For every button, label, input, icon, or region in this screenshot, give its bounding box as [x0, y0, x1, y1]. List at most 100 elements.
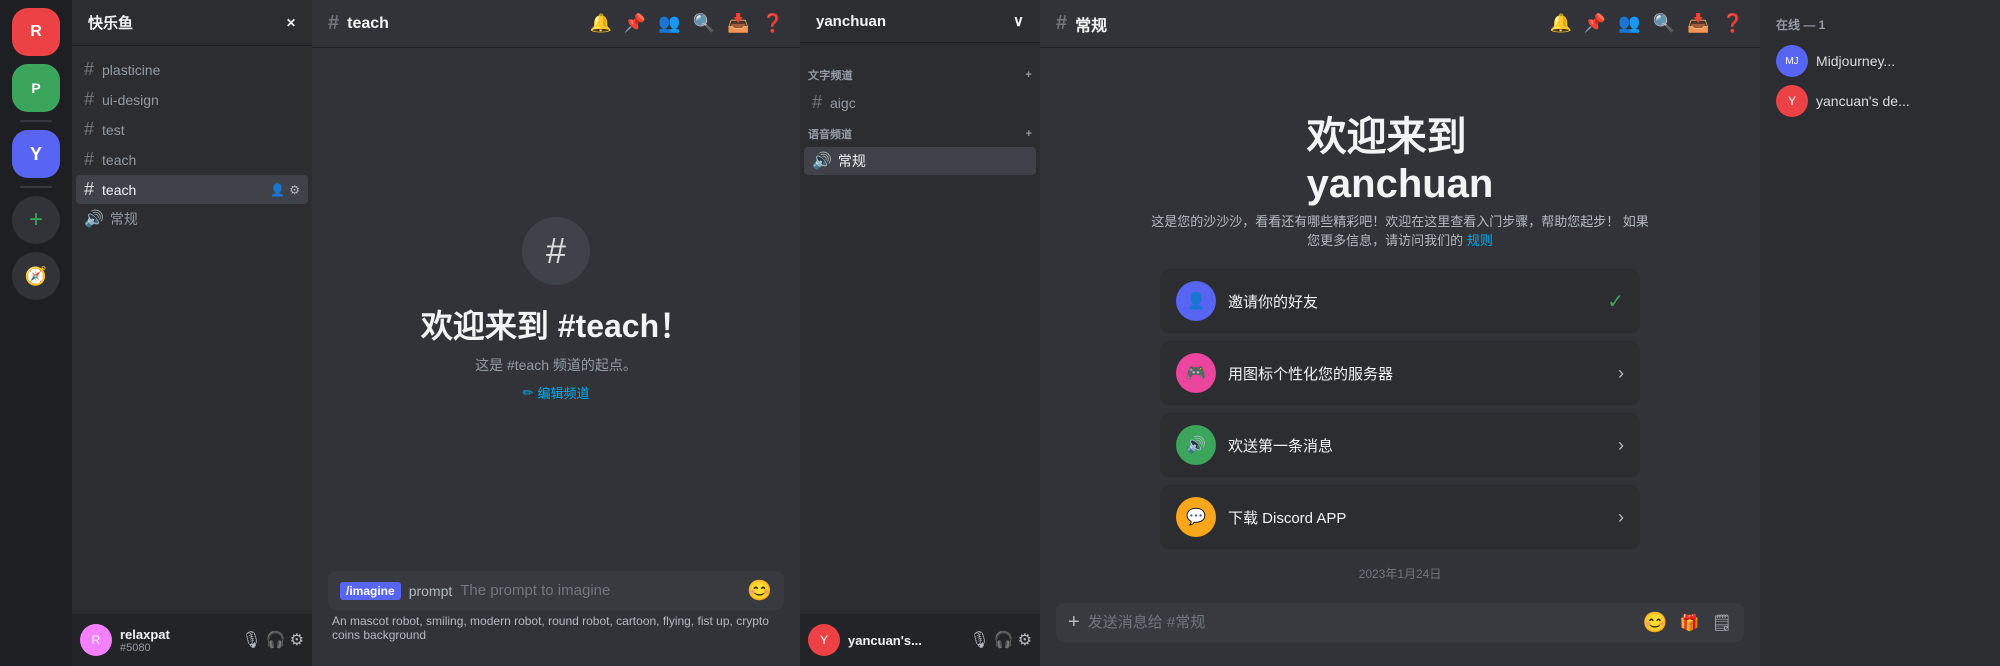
right-input-container: + 😊 🎁 🗒 [1056, 603, 1744, 642]
help-icon[interactable]: ❓ [762, 13, 784, 34]
voice-category: 语音频道 + [800, 118, 1040, 146]
members-icon[interactable]: 👥 [658, 13, 680, 34]
welcome-card-friends[interactable]: 👤 邀请你的好友 ✓ [1160, 269, 1640, 333]
channel-item-ui-design[interactable]: # ui-design [76, 85, 308, 114]
member-avatar-mj: MJ [1776, 45, 1808, 77]
member-item-yancuan[interactable]: Y yancuan's de... [1768, 81, 1992, 121]
right-pin-icon[interactable]: 📌 [1584, 13, 1606, 34]
channel-item-teach-top[interactable]: # teach [76, 145, 308, 174]
user-area: R relaxpat #5080 🎙 🎧 ⚙ [72, 614, 312, 666]
welcome-card-channel[interactable]: 🔊 欢送第一条消息 › [1160, 413, 1640, 477]
right-emoji-button[interactable]: 😊 [1643, 610, 1668, 635]
chat-messages-area: # 欢迎来到 #teach！ 这是 #teach 频道的起点。 ✏ 编辑频道 [312, 48, 800, 571]
friends-card-text: 邀请你的好友 [1228, 291, 1595, 312]
member-name-y: yancuan's de... [1816, 93, 1910, 109]
channel-item-plasticine[interactable]: # plasticine [76, 55, 308, 84]
gift-icon[interactable]: 🎁 [1680, 613, 1700, 633]
welcome-card-services[interactable]: 🎮 用图标个性化您的服务器 › [1160, 341, 1640, 405]
members-count: 在线 — 1 [1768, 16, 1992, 33]
services-card-icon: 🎮 [1176, 353, 1216, 393]
chat-header-hash-icon: # [328, 12, 339, 35]
rules-link[interactable]: 规则 [1467, 233, 1493, 248]
member-item-midjourney[interactable]: MJ Midjourney... [1768, 41, 1992, 81]
pin-icon[interactable]: 📌 [624, 13, 646, 34]
channel-card-icon: 🔊 [1176, 425, 1216, 465]
chat-input-container: /imagine prompt 😊 [328, 571, 784, 610]
right-channel-sidebar: yanchuan ∨ 文字频道 + # aigc 语音频道 + 🔊 常规 [800, 0, 1040, 666]
explore-servers[interactable]: 🧭 [12, 252, 60, 300]
add-channel-icon[interactable]: + [1025, 69, 1032, 81]
member-name-mj: Midjourney... [1816, 53, 1895, 69]
channel-item-test[interactable]: # test [76, 115, 308, 144]
channel-item-aigc[interactable]: # aigc [804, 88, 1036, 117]
username-label: relaxpat [120, 627, 233, 642]
add-member-icon[interactable]: 👤 [270, 183, 285, 197]
right-inbox-icon[interactable]: 📥 [1687, 13, 1709, 34]
welcome-channel-desc: 这是 #teach 频道的起点。 [475, 355, 637, 375]
attach-icon[interactable]: + [1068, 611, 1080, 634]
server-list: R P Y + 🧭 [0, 0, 72, 666]
sticker-icon[interactable]: 🗒 [1712, 613, 1732, 633]
welcome-subtitle: 这是您的沙沙沙，看看还有哪些精彩吧！欢迎在这里查看入门步骤，帮助您起步！ 如果您… [1150, 211, 1650, 249]
right-settings-icon[interactable]: ⚙ [1018, 630, 1032, 650]
right-user-controls: 🎙 🎧 ⚙ [969, 630, 1032, 650]
right-chat-messages: 欢迎来到 yanchuan 这是您的沙沙沙，看看还有哪些精彩吧！欢迎在这里查看入… [1040, 48, 1760, 603]
server-divider-2 [20, 186, 52, 188]
welcome-section: 欢迎来到 yanchuan 这是您的沙沙沙，看看还有哪些精彩吧！欢迎在这里查看入… [1056, 64, 1744, 603]
emoji-button[interactable]: 😊 [747, 578, 772, 603]
right-chat-header: # 常规 🔔 📌 👥 🔍 📥 ❓ [1040, 0, 1760, 48]
channel-item-voice[interactable]: 🔊 常规 [76, 205, 308, 233]
settings-icon[interactable]: ⚙ [289, 183, 300, 197]
right-bell-icon[interactable]: 🔔 [1549, 13, 1571, 34]
right-username: yancuan's... [848, 633, 961, 648]
right-toolbar: 🔔 📌 👥 🔍 📥 ❓ [1549, 13, 1744, 34]
right-headphone-icon[interactable]: 🎧 [994, 630, 1014, 650]
right-channel-list: 文字频道 + # aigc 语音频道 + 🔊 常规 [800, 43, 1040, 614]
channel-arrow-icon: › [1618, 435, 1624, 456]
right-search-icon[interactable]: 🔍 [1653, 13, 1675, 34]
server-icon-2[interactable]: P [12, 64, 60, 112]
user-controls: 🎙 🎧 ⚙ [241, 630, 304, 650]
user-tag-label: #5080 [120, 642, 233, 654]
welcome-date: 2023年1月24日 [1359, 565, 1442, 582]
welcome-big-title: 欢迎来到 yanchuan [1307, 104, 1494, 207]
channel-name-ui-design: ui-design [102, 92, 300, 108]
right-chat-main: # 常规 🔔 📌 👥 🔍 📥 ❓ 欢迎来到 yanchuan 这是您的沙沙沙，看… [1040, 0, 1760, 666]
channel-name-plasticine: plasticine [102, 62, 300, 78]
right-members-icon[interactable]: 👥 [1618, 13, 1640, 34]
friends-check-icon: ✓ [1607, 289, 1624, 314]
welcome-card-app[interactable]: 💬 下载 Discord APP › [1160, 485, 1640, 549]
add-voice-icon[interactable]: + [1026, 128, 1032, 140]
edit-channel-link[interactable]: ✏ 编辑频道 [523, 383, 590, 402]
chevron-down-icon: ✕ [286, 16, 296, 30]
channel-name-changui: 常规 [838, 151, 1028, 171]
channel-name-test: test [102, 122, 300, 138]
right-chat-input-field[interactable] [1088, 603, 1635, 642]
channel-name-aigc: aigc [830, 95, 1028, 111]
add-server-button[interactable]: + [12, 196, 60, 244]
server-icon-active[interactable]: Y [12, 130, 60, 178]
right-help-icon[interactable]: ❓ [1722, 13, 1744, 34]
channel-item-changui[interactable]: 🔊 常规 [804, 147, 1036, 175]
app-card-icon: 💬 [1176, 497, 1216, 537]
channel-card-text: 欢送第一条消息 [1228, 435, 1606, 456]
search-icon[interactable]: 🔍 [693, 13, 715, 34]
right-mic-icon[interactable]: 🎙 [969, 630, 989, 650]
hash-icon-3: # [84, 119, 94, 140]
app-card-text: 下载 Discord APP [1228, 507, 1606, 528]
pencil-icon: ✏ [523, 385, 534, 401]
right-hash-icon: # [1056, 12, 1067, 35]
inbox-icon[interactable]: 📥 [727, 13, 749, 34]
bell-icon[interactable]: 🔔 [589, 13, 611, 34]
slash-command-label: /imagine [340, 582, 401, 600]
server-icon-1[interactable]: R [12, 8, 60, 56]
right-server-header[interactable]: yanchuan ∨ [800, 0, 1040, 43]
headphone-icon[interactable]: 🎧 [266, 630, 286, 650]
server-name-header[interactable]: 快乐鱼 ✕ [72, 0, 312, 46]
chat-input-field[interactable] [460, 571, 739, 610]
channel-item-teach-active[interactable]: # teach 👤 ⚙ [76, 175, 308, 204]
settings-user-icon[interactable]: ⚙ [290, 630, 304, 650]
mic-icon[interactable]: 🎙 [241, 630, 261, 650]
right-user-info: yancuan's... [848, 633, 961, 648]
category-text-channels: 文字频道 + [800, 51, 1040, 87]
